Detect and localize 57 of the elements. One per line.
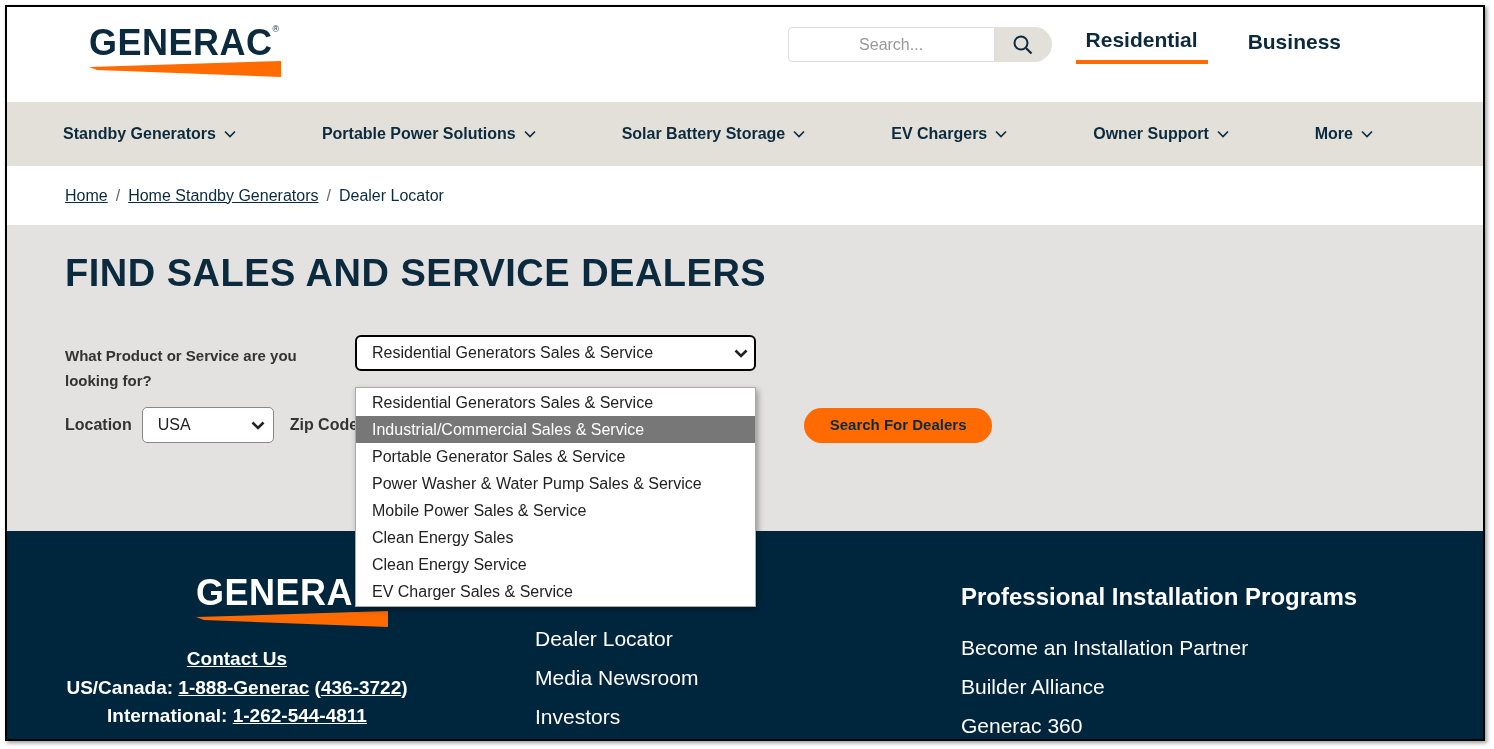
- nav-menu-item[interactable]: EV Chargers: [891, 122, 1008, 146]
- footer-heading: Professional Installation Programs: [961, 582, 1358, 612]
- chevron-down-icon: [250, 420, 265, 430]
- chevron-down-icon: [523, 130, 536, 138]
- breadcrumb-separator: /: [326, 185, 331, 206]
- punctuation: ): [401, 676, 408, 698]
- chevron-down-icon: [734, 348, 748, 358]
- breadcrumb-link[interactable]: Home: [65, 183, 108, 208]
- chevron-down-icon: [1216, 130, 1229, 138]
- footer-link[interactable]: Builder Alliance: [961, 674, 1358, 699]
- search-dealers-button[interactable]: Search For Dealers: [804, 407, 993, 443]
- dropdown-option[interactable]: Power Washer & Water Pump Sales & Service: [356, 470, 755, 497]
- nav-menu-item[interactable]: More: [1314, 122, 1373, 146]
- page-title: FIND SALES AND SERVICE DEALERS: [65, 251, 768, 295]
- footer-link[interactable]: Investors: [535, 704, 961, 729]
- chevron-down-icon: [1360, 130, 1373, 138]
- dropdown-option[interactable]: Portable Generator Sales & Service: [356, 443, 755, 470]
- product-select[interactable]: Residential Generators Sales & Service: [355, 335, 756, 371]
- field-label: Location: [65, 415, 132, 435]
- punctuation: (: [314, 676, 321, 698]
- audience-tab[interactable]: Residential: [1075, 24, 1208, 64]
- logo[interactable]: GENERAC®: [89, 25, 280, 61]
- audience-tab[interactable]: Business: [1237, 26, 1351, 66]
- dropdown-option[interactable]: Residential Generators Sales & Service: [356, 389, 755, 416]
- search-field[interactable]: Search...: [787, 27, 995, 63]
- dropdown-option[interactable]: Mobile Power Sales & Service: [356, 497, 755, 524]
- logo[interactable]: GENERA: [196, 575, 354, 611]
- phone-link[interactable]: 1-888-Generac: [178, 676, 310, 698]
- footer-link[interactable]: Generac 360: [961, 713, 1358, 738]
- chevron-down-icon: [793, 130, 806, 138]
- chevron-down-icon: [995, 130, 1008, 138]
- nav-menu-item[interactable]: Standby Generators: [63, 122, 236, 146]
- field-label: What Product or Service are you looking for?: [65, 346, 298, 391]
- dropdown-option[interactable]: Clean Energy Service: [356, 551, 755, 578]
- breadcrumb-current: Dealer Locator: [338, 185, 444, 206]
- logo-swoosh-icon: [89, 61, 281, 77]
- contact-link[interactable]: Contact Us: [186, 645, 288, 674]
- footer-link[interactable]: Become an Installation Partner: [961, 635, 1358, 660]
- search-icon: [1013, 34, 1034, 55]
- nav-menu-item[interactable]: Portable Power Solutions: [321, 122, 536, 146]
- breadcrumb-link[interactable]: Home Standby Generators: [128, 183, 319, 208]
- search-input[interactable]: Search...: [788, 32, 994, 57]
- logo-swoosh-icon: [196, 611, 388, 627]
- nav-menu-item[interactable]: Solar Battery Storage: [621, 122, 806, 146]
- phone-link[interactable]: 1-262-544-4811: [232, 704, 367, 726]
- dropdown-option[interactable]: Industrial/Commercial Sales & Service: [356, 416, 755, 443]
- chevron-down-icon: [223, 130, 236, 138]
- location-select[interactable]: USA: [141, 407, 274, 443]
- footer-link[interactable]: Media Newsroom: [535, 665, 961, 690]
- contact-text: International:: [107, 704, 228, 726]
- contact-text: US/Canada:: [66, 676, 174, 698]
- search-button[interactable]: [994, 27, 1052, 63]
- dropdown-option[interactable]: Clean Energy Sales: [356, 524, 755, 551]
- nav-menu-item[interactable]: Owner Support: [1093, 122, 1229, 146]
- breadcrumb-separator: /: [115, 185, 121, 206]
- dropdown-option[interactable]: EV Charger Sales & Service: [356, 578, 755, 605]
- footer-link[interactable]: Dealer Locator: [535, 626, 961, 651]
